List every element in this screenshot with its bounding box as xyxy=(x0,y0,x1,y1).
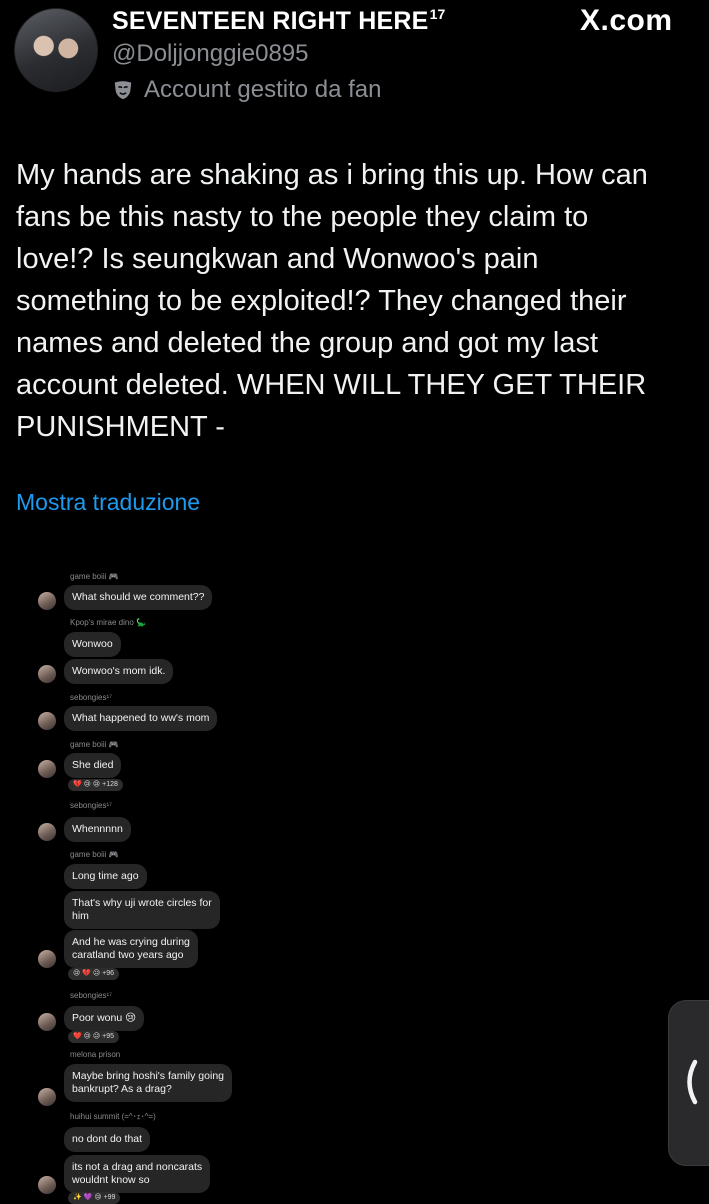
chat-message: Whennnnn xyxy=(64,817,131,842)
fan-account-label: Account gestito da fan xyxy=(112,76,382,104)
chat-avatar xyxy=(38,1013,56,1031)
avatar[interactable] xyxy=(14,8,98,92)
chat-message: That's why uji wrote circles for him xyxy=(64,891,220,929)
chat-nick: Kpop's mirae dino 🦕 xyxy=(70,618,146,627)
chat-avatar xyxy=(38,665,56,683)
chat-nick: sebongies¹⁷ xyxy=(70,801,113,810)
chat-message: Maybe bring hoshi's family going bankrup… xyxy=(64,1064,232,1102)
site-logo: X.com xyxy=(580,4,673,37)
chat-message: its not a drag and noncarats wouldnt kno… xyxy=(64,1155,211,1193)
display-name[interactable]: SEVENTEEN RIGHT HERE17 xyxy=(112,6,446,36)
chat-avatar xyxy=(38,592,56,610)
chat-message: What should we comment?? xyxy=(64,585,213,610)
chat-nick: game boiii 🎮 xyxy=(70,850,119,859)
chat-message: Long time ago xyxy=(64,864,147,889)
chat-avatar xyxy=(38,950,56,968)
chat-nick: sebongies¹⁷ xyxy=(70,693,113,702)
chat-message: Poor wonu 😢 xyxy=(64,1006,145,1031)
user-handle[interactable]: @Doljjonggie0895 xyxy=(112,40,309,68)
chat-message: She died xyxy=(64,753,122,778)
tweet-text: My hands are shaking as i bring this up.… xyxy=(16,159,648,443)
reaction-row[interactable]: ✨ 💜 😢 +99 xyxy=(68,1192,121,1204)
chat-nick: game boiii 🎮 xyxy=(70,740,119,749)
display-name-text: SEVENTEEN RIGHT HERE xyxy=(112,7,429,35)
chat-nick: game boiii 🎮 xyxy=(70,572,119,581)
chat-avatar xyxy=(38,760,56,778)
reaction-row[interactable]: 😢 💔 😥 +96 xyxy=(68,968,120,980)
chat-nick: huihui summit (=^･ｪ･^=) xyxy=(70,1112,156,1121)
show-translation-link[interactable]: Mostra traduzione xyxy=(16,489,200,516)
chevron-left-icon xyxy=(687,1059,698,1105)
chat-avatar xyxy=(38,1088,56,1106)
fan-account-text: Account gestito da fan xyxy=(144,76,382,103)
chat-message: Wonwoo's mom idk. xyxy=(64,659,174,684)
chat-nick: melona prison xyxy=(70,1050,121,1059)
mask-icon xyxy=(114,81,132,100)
reaction-row[interactable]: ❤️ 😢 😥 +95 xyxy=(68,1031,120,1043)
chat-screenshot[interactable]: game boiii 🎮 What should we comment?? Kp… xyxy=(0,560,709,1204)
reaction-row[interactable]: 💔 😢 😢 +128 xyxy=(68,779,123,791)
chat-message: no dont do that xyxy=(64,1127,151,1152)
chat-avatar xyxy=(38,712,56,730)
chat-avatar xyxy=(38,823,56,841)
chat-message: And he was crying during caratland two y… xyxy=(64,930,198,968)
chat-avatar xyxy=(38,1176,56,1194)
display-name-suffix: 17 xyxy=(429,6,446,22)
chat-message: What happened to ww's mom xyxy=(64,706,218,731)
chat-nick: sebongies¹⁷ xyxy=(70,991,113,1000)
chat-message: Wonwoo xyxy=(64,632,121,657)
